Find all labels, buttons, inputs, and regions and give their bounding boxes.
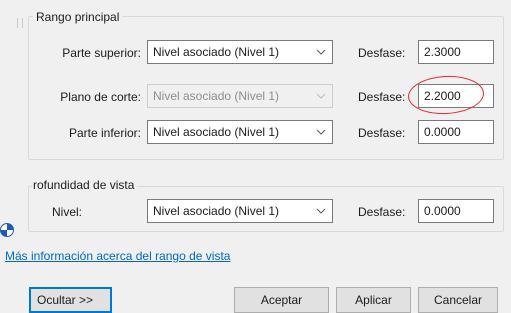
depth-level-select[interactable]: Nivel asociado (Nivel 1) xyxy=(147,199,333,223)
view-depth-title: rofundidad de vista xyxy=(32,178,138,192)
cut-plane-offset-label: Desfase: xyxy=(358,90,406,104)
main-range-title: Rango principal xyxy=(33,10,123,24)
cancel-button[interactable]: Cancelar xyxy=(418,287,498,313)
hide-button[interactable]: Ocultar >> xyxy=(29,287,112,313)
chevron-down-icon xyxy=(316,49,326,56)
apply-button[interactable]: Aplicar xyxy=(336,287,411,313)
depth-level-label: Nivel: xyxy=(52,205,83,219)
chevron-down-icon xyxy=(316,208,326,215)
depth-offset-label: Desfase: xyxy=(358,205,406,219)
top-label: Parte superior: xyxy=(62,46,141,60)
chevron-down-icon xyxy=(316,93,326,100)
depth-offset-input[interactable]: 0.0000 xyxy=(418,199,494,223)
cut-plane-offset-input[interactable]: 2.2000 xyxy=(418,84,494,108)
view-range-dialog: Rango principal Parte superior: Nivel as… xyxy=(0,0,511,313)
ok-button[interactable]: Aceptar xyxy=(234,287,329,313)
left-edge-marks xyxy=(17,18,23,28)
top-level-select[interactable]: Nivel asociado (Nivel 1) xyxy=(147,40,333,64)
bottom-level-select[interactable]: Nivel asociado (Nivel 1) xyxy=(147,120,333,144)
depth-level-value: Nivel asociado (Nivel 1) xyxy=(153,204,280,218)
top-offset-input[interactable]: 2.3000 xyxy=(418,40,494,64)
chevron-down-icon xyxy=(316,129,326,136)
top-offset-label: Desfase: xyxy=(358,46,406,60)
pie-info-icon xyxy=(0,222,16,241)
bottom-label: Parte inferior: xyxy=(68,126,141,140)
cut-plane-label: Plano de corte: xyxy=(60,90,141,104)
top-level-value: Nivel asociado (Nivel 1) xyxy=(153,45,280,59)
cut-plane-level-value: Nivel asociado (Nivel 1) xyxy=(153,89,280,103)
bottom-offset-input[interactable]: 0.0000 xyxy=(418,120,494,144)
cut-plane-level-select[interactable]: Nivel asociado (Nivel 1) xyxy=(147,84,333,108)
bottom-offset-label: Desfase: xyxy=(358,126,406,140)
bottom-level-value: Nivel asociado (Nivel 1) xyxy=(153,125,280,139)
more-info-link[interactable]: Más información acerca del rango de vist… xyxy=(5,249,230,263)
